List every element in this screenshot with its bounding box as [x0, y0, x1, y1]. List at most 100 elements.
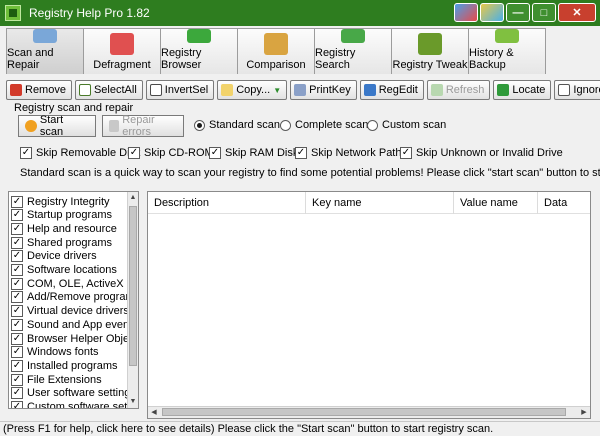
complete-scan-radio[interactable]: Complete scan — [280, 119, 368, 131]
column-key-name[interactable]: Key name — [306, 192, 454, 214]
results-grid[interactable]: Description Key name Value name Data ◀ ▶ — [147, 191, 591, 419]
vertical-scrollbar[interactable]: ▲ ▼ — [127, 192, 138, 408]
category-item[interactable]: ✓ Add/Remove programs — [11, 291, 138, 304]
custom-scan-radio[interactable]: Custom scan — [367, 119, 446, 131]
locate-button[interactable]: Locate — [493, 80, 552, 100]
ignore-list-button[interactable]: IgnoreList — [554, 80, 600, 100]
skip-ram-disk-checkbox[interactable]: ✓ Skip RAM Disk — [209, 147, 298, 159]
select-all-button[interactable]: SelectAll — [74, 80, 143, 100]
help-icon[interactable] — [480, 3, 504, 22]
category-label: Sound and App events — [27, 318, 138, 331]
category-item[interactable]: ✓ Windows fonts — [11, 346, 99, 359]
tab-scan-and-repair[interactable]: Scan and Repair — [6, 28, 84, 74]
tab-comparison[interactable]: Comparison — [237, 28, 315, 74]
scan-category-list[interactable]: ✓ Custom software settin ✓ User software se… — [8, 191, 139, 409]
window-title: Registry Help Pro 1.82 — [29, 6, 150, 20]
tab-history-backup[interactable]: History & Backup — [468, 28, 546, 74]
scroll-thumb[interactable] — [162, 408, 566, 416]
copy-button[interactable]: Copy... ▼ — [217, 80, 288, 100]
category-label: Windows fonts — [27, 346, 99, 359]
checkmark-icon[interactable]: ✓ — [11, 318, 23, 331]
category-item[interactable]: ✓ File Extensions — [11, 373, 102, 386]
status-bar[interactable]: (Press F1 for help, click here to see de… — [0, 421, 600, 436]
category-item[interactable]: ✓ Shared programs — [11, 236, 112, 249]
tab-defragment[interactable]: Defragment — [83, 28, 161, 74]
skin-icon[interactable] — [454, 3, 478, 22]
category-label: Software locations — [27, 264, 117, 276]
checkmark-icon[interactable]: ✓ — [11, 332, 23, 345]
skip-removable-disk-checkbox[interactable]: ✓ Skip Removable Disk — [20, 147, 141, 159]
scroll-up-icon[interactable]: ▲ — [128, 192, 138, 204]
skip-unknown-drive-checkbox[interactable]: ✓ Skip Unknown or Invalid Drive — [400, 147, 563, 159]
category-item[interactable]: ✓ COM, OLE, ActiveX cont — [11, 277, 139, 290]
refresh-button[interactable]: Refresh — [426, 80, 491, 100]
repair-icon — [109, 120, 120, 132]
checkmark-icon[interactable]: ✓ — [11, 387, 23, 400]
column-description[interactable]: Description — [148, 192, 306, 214]
checkmark-icon[interactable]: ✓ — [11, 291, 23, 304]
defragment-icon — [110, 33, 134, 55]
category-item[interactable]: ✓ Registry Integrity — [11, 195, 110, 208]
category-item[interactable]: ✓ Browser Helper Objects — [11, 332, 138, 345]
tab-registry-search[interactable]: Registry Search — [314, 28, 392, 74]
category-item[interactable]: ✓ Custom software settin — [11, 401, 139, 409]
scroll-thumb[interactable] — [129, 206, 137, 366]
checkmark-icon[interactable]: ✓ — [11, 195, 23, 208]
invert-sel-label: InvertSel — [164, 84, 209, 96]
tab-label: Registry Browser — [161, 47, 202, 71]
checkmark-icon[interactable]: ✓ — [11, 222, 23, 235]
checkmark-icon[interactable]: ✓ — [11, 346, 23, 359]
maximize-button[interactable]: □ — [532, 3, 556, 22]
tab-registry-tweak[interactable]: Registry Tweak — [391, 28, 469, 74]
checkmark-icon[interactable]: ✓ — [11, 209, 23, 222]
column-value-name[interactable]: Value name — [454, 192, 538, 214]
wrench-cube-icon — [418, 33, 442, 55]
skip-cd-rom-checkbox[interactable]: ✓ Skip CD-ROM — [128, 147, 214, 159]
main-tabs: Scan and Repair Defragment Registry Browse… — [6, 28, 546, 74]
reg-edit-label: RegEdit — [378, 84, 418, 96]
tab-registry-browser[interactable]: Registry Browser — [160, 28, 238, 74]
category-item[interactable]: ✓ Help and resource — [11, 222, 117, 235]
checkmark-icon: ✓ — [295, 147, 307, 159]
scroll-left-icon[interactable]: ◀ — [148, 407, 160, 418]
category-item[interactable]: ✓ User software settings — [11, 387, 136, 400]
checkmark-icon[interactable]: ✓ — [11, 401, 23, 408]
category-item[interactable]: ✓ Sound and App events — [11, 318, 138, 331]
checkmark-icon: ✓ — [209, 147, 221, 159]
category-item[interactable]: ✓ Startup programs — [11, 209, 112, 222]
category-item[interactable]: ✓ Installed programs — [11, 359, 118, 372]
start-scan-button[interactable]: Start scan — [18, 114, 96, 138]
radio-dot — [280, 119, 291, 131]
category-item[interactable]: ✓ Virtual device drivers — [11, 305, 129, 318]
scan-group-title: Registry scan and repair — [14, 102, 134, 114]
checkmark-icon[interactable]: ✓ — [11, 264, 23, 276]
scroll-down-icon[interactable]: ▼ — [128, 396, 138, 408]
copy-icon — [221, 84, 234, 96]
checkmark-icon[interactable]: ✓ — [11, 305, 23, 318]
skip-ram-disk-label: Skip RAM Disk — [225, 147, 299, 159]
category-item[interactable]: ✓ Device drivers — [11, 250, 97, 263]
scroll-right-icon[interactable]: ▶ — [578, 407, 590, 418]
checkmark-icon[interactable]: ✓ — [11, 250, 23, 263]
reg-edit-button[interactable]: RegEdit — [359, 80, 424, 100]
ignore-list-icon — [558, 84, 571, 96]
checkmark-icon[interactable]: ✓ — [11, 359, 23, 372]
print-key-button[interactable]: PrintKey — [290, 80, 357, 100]
checkmark-icon[interactable]: ✓ — [11, 236, 23, 249]
category-label: COM, OLE, ActiveX cont — [27, 277, 139, 290]
checkmark-icon[interactable]: ✓ — [11, 373, 23, 386]
chevron-down-icon: ▼ — [273, 85, 282, 95]
invert-sel-button[interactable]: InvertSel — [145, 80, 215, 100]
checkmark-icon[interactable]: ✓ — [11, 277, 23, 290]
category-item[interactable]: ✓ Software locations — [11, 264, 117, 277]
custom-scan-label: Custom scan — [382, 119, 447, 131]
column-data[interactable]: Data — [538, 192, 590, 214]
close-button[interactable]: ✕ — [558, 3, 596, 22]
skip-network-path-checkbox[interactable]: ✓ Skip Network Path — [295, 147, 401, 159]
standard-scan-radio[interactable]: Standard scan — [194, 119, 280, 131]
horizontal-scrollbar[interactable]: ◀ ▶ — [148, 406, 590, 418]
minimize-button[interactable]: — — [506, 3, 530, 22]
repair-errors-button[interactable]: Repair errors — [102, 114, 184, 138]
remove-button[interactable]: Remove — [6, 80, 72, 100]
category-label: Custom software settin — [27, 401, 139, 409]
